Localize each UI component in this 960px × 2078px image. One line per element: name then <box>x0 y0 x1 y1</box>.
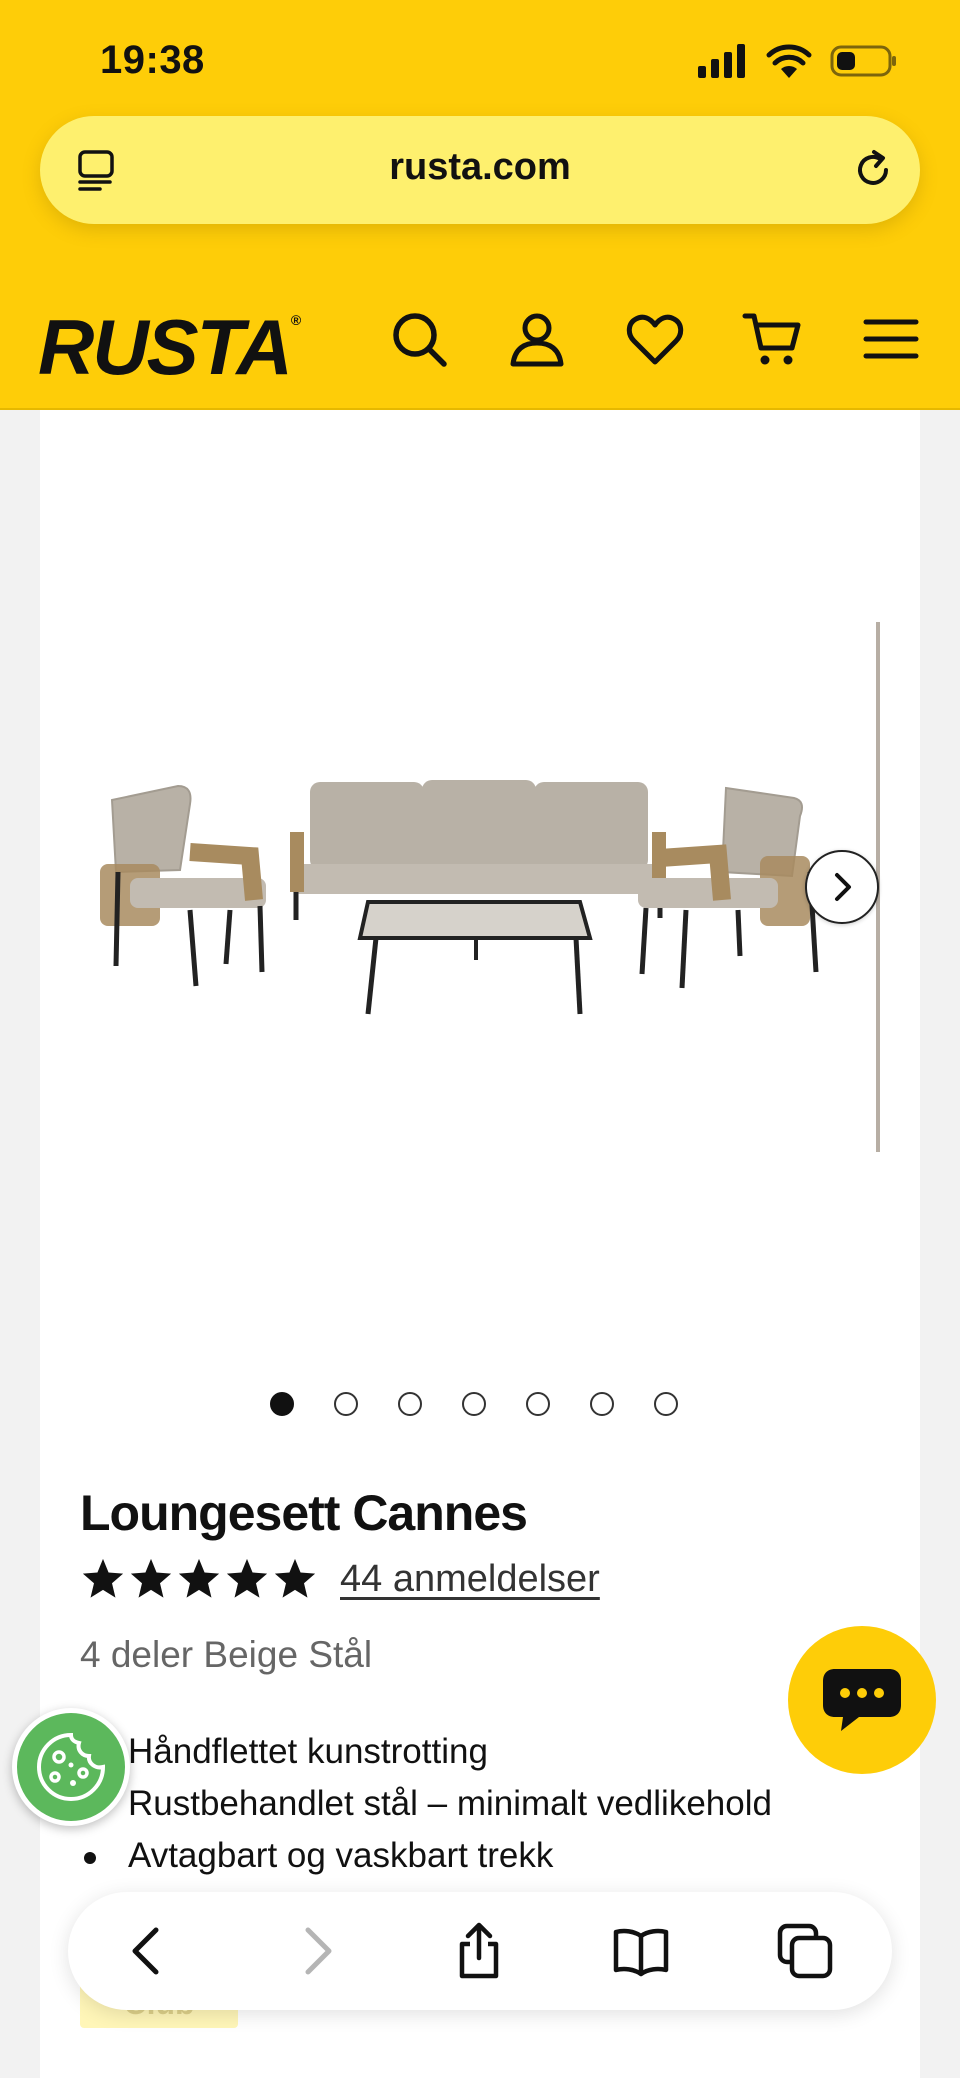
rusta-logo[interactable]: RUSTA® <box>38 302 301 393</box>
star-icon <box>82 1558 124 1598</box>
feature-item: Håndflettet kunstrotting <box>84 1726 772 1778</box>
carousel-dot[interactable] <box>462 1392 486 1416</box>
cookie-icon <box>37 1732 106 1801</box>
star-icon <box>178 1558 220 1598</box>
coffee-table-illustration <box>357 900 593 1015</box>
back-icon[interactable] <box>118 1922 176 1980</box>
cart-icon[interactable] <box>742 308 804 370</box>
user-icon[interactable] <box>506 308 568 370</box>
star-icon <box>226 1558 268 1598</box>
carousel-dot[interactable] <box>654 1392 678 1416</box>
feature-item: Avtagbart og vaskbart trekk <box>84 1830 772 1882</box>
right-armchair-illustration <box>638 786 819 989</box>
reviews-link[interactable]: 44 anmeldelser <box>340 1558 600 1601</box>
carousel-dot[interactable] <box>590 1392 614 1416</box>
logo-text: RUSTA <box>38 303 293 391</box>
star-icon <box>274 1558 316 1598</box>
product-image[interactable] <box>70 760 870 1080</box>
product-features: Håndflettet kunstrotting Rustbehandlet s… <box>84 1726 772 1882</box>
cookie-settings-button[interactable] <box>12 1708 130 1826</box>
wifi-icon <box>766 44 812 78</box>
left-armchair-illustration <box>100 784 266 987</box>
feature-item: Rustbehandlet stål – minimalt vedlikehol… <box>84 1778 772 1830</box>
url-text: rusta.com <box>389 146 571 188</box>
carousel-dot[interactable] <box>334 1392 358 1416</box>
menu-icon[interactable] <box>860 308 922 370</box>
carousel-dot[interactable] <box>270 1392 294 1416</box>
browser-bottom-toolbar <box>68 1892 892 2010</box>
sofa-illustration <box>290 780 666 920</box>
share-icon[interactable] <box>450 1922 508 1980</box>
chevron-right-icon <box>835 873 851 901</box>
star-icon <box>130 1558 172 1598</box>
reload-icon[interactable] <box>850 146 898 194</box>
product-rating: 44 anmeldelser <box>80 1556 600 1602</box>
heart-icon[interactable] <box>624 308 686 370</box>
chat-button[interactable] <box>788 1626 936 1774</box>
forward-icon[interactable] <box>288 1922 346 1980</box>
battery-icon <box>830 45 896 77</box>
search-icon[interactable] <box>388 308 450 370</box>
carousel-dot[interactable] <box>398 1392 422 1416</box>
carousel-dot[interactable] <box>526 1392 550 1416</box>
logo-registered-mark: ® <box>290 312 302 328</box>
tabs-icon[interactable] <box>776 1922 834 1980</box>
product-variant: 4 deler Beige Stål <box>80 1634 373 1675</box>
signal-icon <box>698 44 745 78</box>
image-carousel-dots <box>270 1392 678 1416</box>
bookmarks-icon[interactable] <box>612 1922 670 1980</box>
site-header: RUSTA® <box>0 280 960 410</box>
product-title: Loungesett Cannes <box>80 1485 528 1541</box>
next-image-button[interactable] <box>805 850 879 924</box>
status-time: 19:38 <box>100 38 205 82</box>
status-bar: 19:38 <box>0 0 960 110</box>
status-icons <box>698 44 898 78</box>
rating-stars <box>80 1556 318 1602</box>
address-bar[interactable]: rusta.com <box>40 116 920 224</box>
chat-bubble-icon <box>823 1669 901 1731</box>
